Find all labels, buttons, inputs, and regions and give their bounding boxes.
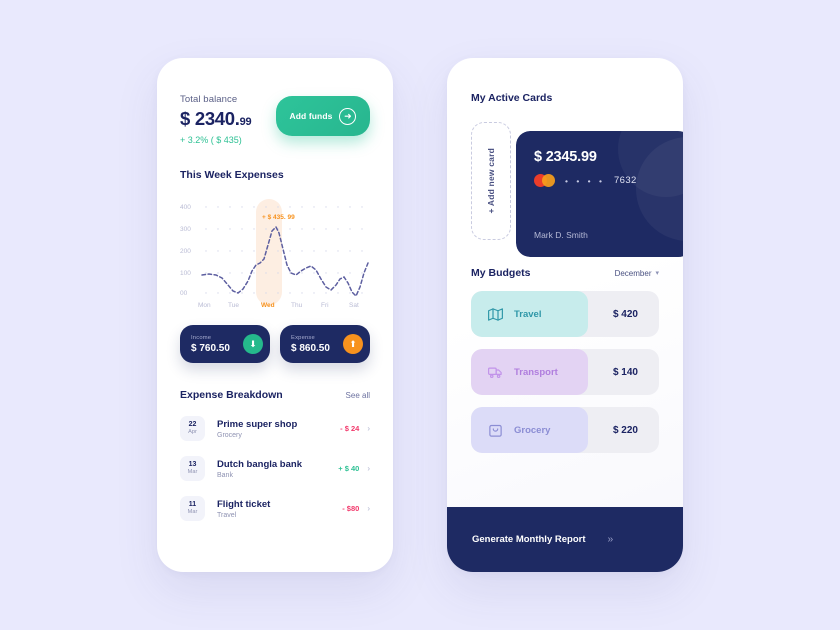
map-icon — [488, 307, 503, 322]
balance-main: $ 2340. — [180, 108, 240, 129]
transaction-day: 13 — [188, 461, 197, 469]
transaction-amount: - $ 24 — [340, 424, 360, 433]
chevron-right-icon[interactable]: › — [367, 464, 370, 473]
balance-amount: $ 2340.99 — [180, 108, 252, 130]
balance-cents: 99 — [239, 116, 252, 128]
generate-monthly-report-label: Generate Monthly Report — [472, 534, 586, 545]
expense-card[interactable]: Expense $ 860.50 ⬆ — [280, 325, 370, 363]
chevron-right-icon[interactable]: › — [367, 504, 370, 513]
chart-xtick-mon: Mon — [198, 302, 211, 309]
transaction-month: Mar — [187, 508, 198, 515]
summary-pills: Income $ 760.50 ⬇ Expense $ 860.50 ⬆ — [180, 325, 370, 363]
expenses-chart: 400 300 200 100 00 + $ 435. 99 Mon Tue W… — [178, 193, 370, 311]
add-funds-button[interactable]: Add funds ➜ — [276, 96, 370, 136]
truck-icon — [488, 365, 503, 380]
budget-label: Grocery — [514, 424, 551, 436]
transaction-month: Apr — [188, 428, 197, 435]
card-last-four: 7632 — [614, 175, 637, 186]
transaction-month: Mar — [187, 468, 198, 475]
expense-value: $ 860.50 — [291, 342, 330, 354]
add-new-card-button[interactable]: + Add new card — [471, 122, 511, 240]
chart-ytick-1: 300 — [180, 226, 191, 233]
chart-xtick-fri: Fri — [321, 302, 329, 309]
transaction-day: 22 — [188, 421, 197, 429]
chart-ytick-0: 400 — [180, 204, 191, 211]
budget-amount: $ 220 — [612, 424, 638, 436]
transaction-amount: - $80 — [342, 504, 360, 513]
arrow-up-icon: ⬆ — [343, 334, 363, 354]
month-selector[interactable]: December ▾ — [615, 269, 659, 278]
transaction-category: Bank — [217, 471, 233, 479]
add-funds-label: Add funds — [289, 111, 333, 121]
transaction-date-badge: 22 Apr — [180, 416, 205, 441]
chart-xtick-sat: Sat — [349, 302, 359, 309]
card-balance: $ 2345.99 — [534, 149, 597, 165]
expense-label: Expense — [291, 334, 315, 341]
income-value: $ 760.50 — [191, 342, 230, 354]
transaction-day: 11 — [188, 501, 197, 509]
see-all-link[interactable]: See all — [346, 391, 370, 400]
chevron-down-icon: ▾ — [655, 270, 659, 277]
balance-row: Total balance $ 2340.99 + 3.2% ( $ 435) … — [180, 92, 370, 145]
chart-annotation: + $ 435. 99 — [262, 214, 295, 221]
transaction-category: Travel — [217, 511, 237, 519]
my-active-cards-title: My Active Cards — [471, 92, 553, 104]
budget-row-transport[interactable]: Transport $ 140 — [471, 349, 659, 395]
total-balance-label: Total balance — [180, 94, 238, 105]
transaction-title: Flight ticket — [217, 498, 271, 510]
month-selector-value: December — [614, 268, 652, 278]
this-week-expenses-title: This Week Expenses — [180, 169, 284, 181]
chart-xtick-wed: Wed — [261, 302, 275, 309]
budget-amount: $ 140 — [612, 366, 638, 378]
bank-card-surface[interactable]: $ 2345.99 • • • • 7632 Mark D. Smith — [516, 131, 683, 257]
budget-label: Transport — [514, 366, 558, 378]
income-label: Income — [191, 334, 212, 341]
chart-ytick-2: 200 — [180, 248, 191, 255]
budget-row-travel[interactable]: Travel $ 420 — [471, 291, 659, 337]
chart-xtick-tue: Tue — [228, 302, 239, 309]
expense-breakdown-header: Expense Breakdown See all — [180, 389, 370, 401]
transaction-title: Prime super shop — [217, 418, 298, 430]
chevron-right-icon[interactable]: › — [367, 424, 370, 433]
table-row[interactable]: 13 Mar Dutch bangla bank Bank + $ 40 › — [180, 456, 370, 481]
budget-label: Travel — [514, 308, 542, 320]
card-masked-dots: • • • • — [565, 175, 605, 186]
shopping-bag-icon — [488, 423, 503, 438]
income-card[interactable]: Income $ 760.50 ⬇ — [180, 325, 270, 363]
balance-delta: + 3.2% ( $ 435) — [180, 135, 242, 145]
transaction-category: Grocery — [217, 431, 242, 439]
app-canvas: Total balance $ 2340.99 + 3.2% ( $ 435) … — [0, 0, 840, 630]
transaction-title: Dutch bangla bank — [217, 458, 302, 470]
budget-amount: $ 420 — [612, 308, 638, 320]
chart-ytick-3: 100 — [180, 270, 191, 277]
table-row[interactable]: 11 Mar Flight ticket Travel - $80 › — [180, 496, 370, 521]
my-budgets-title: My Budgets — [471, 267, 531, 279]
chart-svg: 400 300 200 100 00 + $ 435. 99 Mon Tue W… — [180, 199, 369, 309]
add-new-card-label: + Add new card — [486, 148, 496, 214]
phone-left: Total balance $ 2340.99 + 3.2% ( $ 435) … — [157, 58, 393, 572]
transaction-amount: + $ 40 — [338, 464, 360, 473]
chart-line-expenses — [201, 225, 369, 298]
chart-ytick-4: 00 — [180, 290, 188, 297]
bank-card[interactable]: $ 2345.99 • • • • 7632 Mark D. Smith — [516, 131, 683, 257]
transaction-date-badge: 11 Mar — [180, 496, 205, 521]
card-holder-name: Mark D. Smith — [534, 230, 588, 240]
budget-row-grocery[interactable]: Grocery $ 220 — [471, 407, 659, 453]
double-chevron-right-icon: ›› — [607, 534, 614, 545]
chart-xtick-thu: Thu — [291, 302, 303, 309]
table-row[interactable]: 22 Apr Prime super shop Grocery - $ 24 › — [180, 416, 370, 441]
expense-breakdown-title: Expense Breakdown — [180, 389, 283, 401]
arrow-down-icon: ⬇ — [243, 334, 263, 354]
mastercard-icon — [534, 174, 556, 187]
generate-monthly-report-button[interactable]: Generate Monthly Report ›› — [447, 507, 683, 572]
arrow-right-circle-icon: ➜ — [339, 107, 357, 125]
transaction-date-badge: 13 Mar — [180, 456, 205, 481]
my-budgets-header: My Budgets December ▾ — [471, 267, 659, 279]
